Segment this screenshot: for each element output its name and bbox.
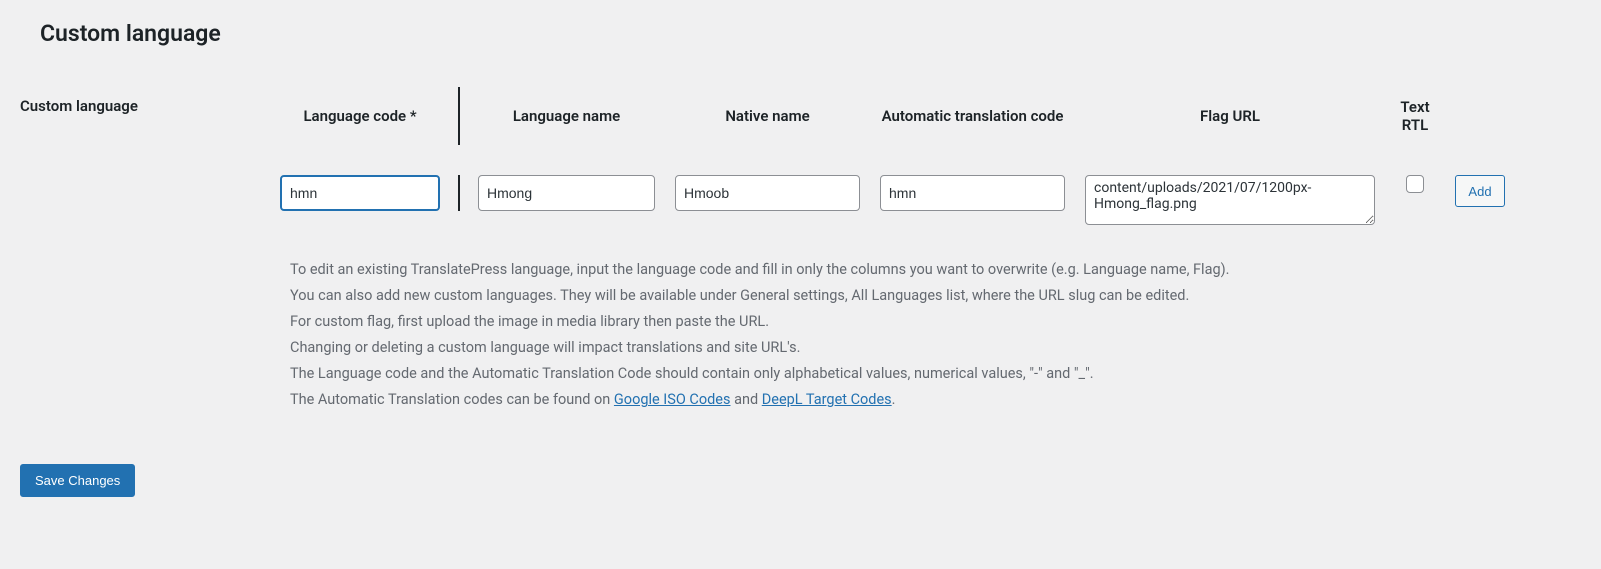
help-line-1: To edit an existing TranslatePress langu…	[290, 257, 1581, 283]
help-line-2: You can also add new custom languages. T…	[290, 283, 1581, 309]
side-label: Custom language	[20, 87, 220, 414]
header-language-code: Language code *	[303, 87, 416, 145]
help-line-3: For custom flag, first upload the image …	[290, 309, 1581, 335]
header-auto-code: Automatic translation code	[882, 87, 1064, 145]
header-native-name: Native name	[725, 87, 809, 145]
language-name-input[interactable]	[478, 175, 655, 211]
content-wrapper: Custom language Language code * Language…	[20, 87, 1581, 414]
google-iso-codes-link[interactable]: Google ISO Codes	[614, 391, 731, 408]
native-name-input[interactable]	[675, 175, 860, 211]
help-line-5: The Language code and the Automatic Tran…	[290, 361, 1581, 387]
header-text-rtl: Text RTL	[1395, 87, 1435, 145]
deepl-target-codes-link[interactable]: DeepL Target Codes	[762, 391, 892, 408]
add-button[interactable]: Add	[1455, 175, 1504, 207]
header-row: Language code * Language name Native nam…	[270, 87, 1581, 145]
section-heading: Custom language	[20, 20, 1581, 47]
text-rtl-checkbox[interactable]	[1406, 175, 1424, 193]
language-code-input[interactable]	[280, 175, 440, 211]
help-line-6a: The Automatic Translation codes can be f…	[290, 391, 614, 408]
help-line-6c: .	[892, 391, 896, 408]
flag-url-input[interactable]: content/uploads/2021/07/1200px-Hmong_fla…	[1085, 175, 1375, 225]
save-changes-button[interactable]: Save Changes	[20, 464, 135, 497]
header-flag-url: Flag URL	[1200, 87, 1260, 145]
header-language-name: Language name	[513, 87, 620, 145]
input-row: content/uploads/2021/07/1200px-Hmong_fla…	[270, 145, 1581, 239]
help-line-6: The Automatic Translation codes can be f…	[290, 387, 1581, 413]
right-content: Language code * Language name Native nam…	[270, 87, 1581, 414]
help-line-6b: and	[730, 391, 761, 408]
auto-code-input[interactable]	[880, 175, 1065, 211]
help-text: To edit an existing TranslatePress langu…	[290, 257, 1581, 414]
help-line-4: Changing or deleting a custom language w…	[290, 335, 1581, 361]
